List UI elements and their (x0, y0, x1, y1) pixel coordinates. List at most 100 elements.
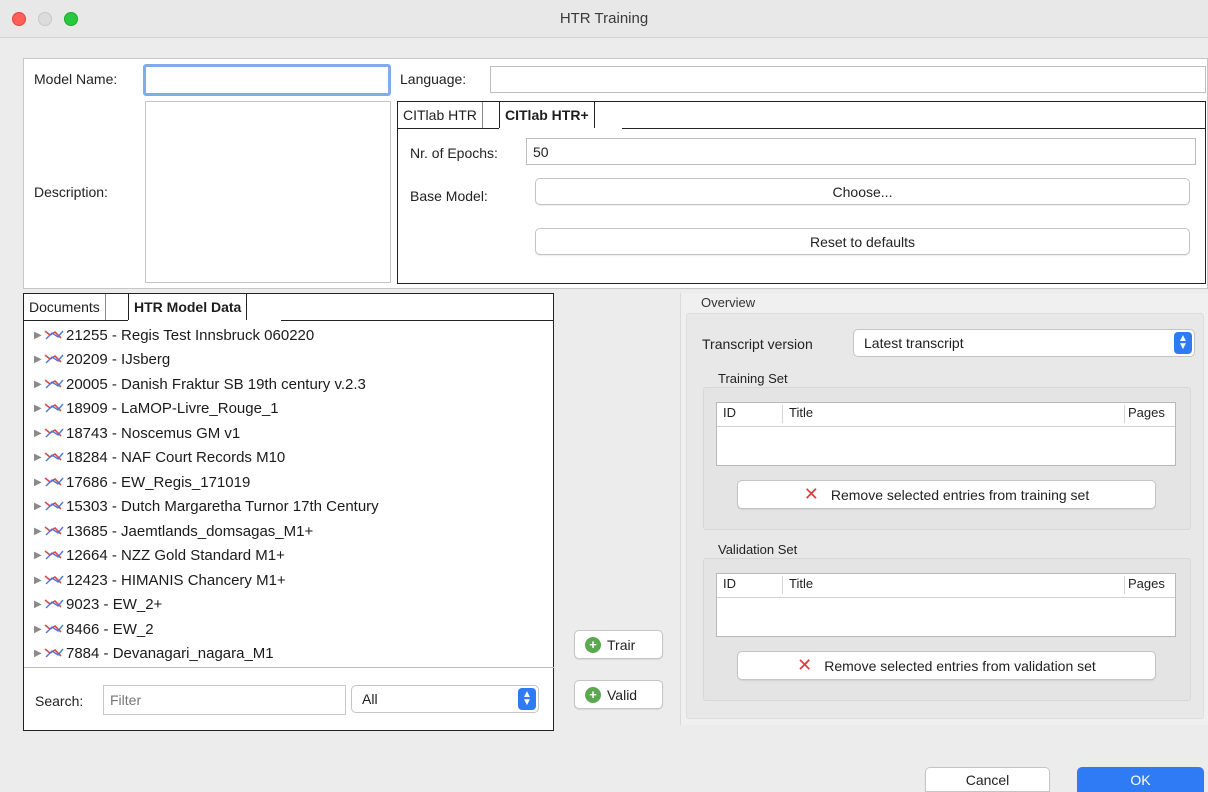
list-item[interactable]: ▶ 17686 - EW_Regis_171019 (24, 471, 250, 493)
column-divider (1124, 576, 1125, 594)
table-header-divider (717, 597, 1175, 598)
remove-icon: ✕ (803, 484, 819, 504)
expand-triangle-icon[interactable]: ▶ (34, 428, 44, 439)
expand-triangle-icon[interactable]: ▶ (34, 648, 44, 659)
column-divider (782, 576, 783, 594)
list-item-label: 18743 - Noscemus GM v1 (66, 424, 241, 442)
list-item-label: 18284 - NAF Court Records M10 (66, 448, 286, 466)
epochs-input[interactable] (526, 138, 1196, 165)
list-item[interactable]: ▶ 21255 - Regis Test Innsbruck 060220 (24, 324, 314, 346)
column-header-title[interactable]: Title (789, 576, 813, 591)
list-item-label: 20005 - Danish Fraktur SB 19th century v… (66, 375, 366, 393)
list-item[interactable]: ▶ 18284 - NAF Court Records M10 (24, 446, 285, 468)
search-label: Search: (35, 693, 84, 709)
expand-triangle-icon[interactable]: ▶ (34, 501, 44, 512)
choose-base-model-button[interactable]: Choose... (535, 178, 1190, 205)
expand-triangle-icon[interactable]: ▶ (34, 452, 44, 463)
expand-triangle-icon[interactable]: ▶ (34, 354, 44, 365)
model-icon (44, 403, 64, 413)
tab-underline (398, 128, 499, 129)
expand-triangle-icon[interactable]: ▶ (34, 403, 44, 414)
transcript-version-value: Latest transcript (864, 335, 964, 351)
list-item[interactable]: ▶ 13685 - Jaemtlands_domsagas_M1+ (24, 520, 313, 542)
transcript-version-select[interactable]: Latest transcript ▲ ▼ (853, 329, 1195, 357)
remove-from-validation-button[interactable]: ✕ Remove selected entries from validation… (737, 651, 1156, 680)
filter-select-value: All (362, 691, 378, 707)
expand-triangle-icon[interactable]: ▶ (34, 575, 44, 586)
model-icon (44, 501, 64, 511)
list-item-label: 7884 - Devanagari_nagara_M1 (66, 644, 274, 662)
add-to-validation-button[interactable]: + Valid (574, 680, 663, 709)
remove-from-training-label: Remove selected entries from training se… (830, 486, 1090, 503)
list-item-label: 20209 - IJsberg (66, 350, 171, 368)
tab-underline (24, 320, 128, 321)
training-set-table[interactable]: ID Title Pages (716, 402, 1176, 466)
expand-triangle-icon[interactable]: ▶ (34, 624, 44, 635)
tab-citlab-htr[interactable]: CITlab HTR (398, 102, 483, 128)
model-icon (44, 550, 64, 560)
model-icon (44, 379, 64, 389)
list-item[interactable]: ▶ 18909 - LaMOP-Livre_Rouge_1 (24, 397, 279, 419)
table-header-divider (717, 426, 1175, 427)
model-name-input[interactable] (143, 64, 391, 96)
remove-from-training-button[interactable]: ✕ Remove selected entries from training s… (737, 480, 1156, 509)
list-item[interactable]: ▶ 20209 - IJsberg (24, 348, 170, 370)
model-icon (44, 648, 64, 658)
search-input[interactable] (103, 685, 346, 715)
tab-citlab-htr-plus[interactable]: CITlab HTR+ (499, 102, 595, 128)
column-header-id[interactable]: ID (723, 405, 736, 420)
reset-defaults-button[interactable]: Reset to defaults (535, 228, 1190, 255)
list-item[interactable]: ▶ 7884 - Devanagari_nagara_M1 (24, 642, 274, 664)
tab-underline (622, 128, 1206, 129)
list-item[interactable]: ▶ 18743 - Noscemus GM v1 (24, 422, 240, 444)
expand-triangle-icon[interactable]: ▶ (34, 330, 44, 341)
model-name-label: Model Name: (34, 71, 118, 87)
list-item-label: 8466 - EW_2 (66, 620, 154, 638)
list-item-label: 13685 - Jaemtlands_domsagas_M1+ (66, 522, 314, 540)
list-item[interactable]: ▶ 12664 - NZZ Gold Standard M1+ (24, 544, 285, 566)
column-header-title[interactable]: Title (789, 405, 813, 420)
language-input[interactable] (490, 66, 1206, 93)
description-label: Description: (34, 184, 108, 200)
add-to-training-label: Trair (607, 636, 636, 653)
column-header-pages[interactable]: Pages (1128, 576, 1165, 591)
overview-title: Overview (701, 295, 756, 310)
list-item-label: 12423 - HIMANIS Chancery M1+ (66, 571, 286, 589)
list-item-label: 9023 - EW_2+ (66, 595, 163, 613)
column-header-id[interactable]: ID (723, 576, 736, 591)
expand-triangle-icon[interactable]: ▶ (34, 379, 44, 390)
column-divider (782, 405, 783, 423)
list-item-label: 12664 - NZZ Gold Standard M1+ (66, 546, 285, 564)
column-header-pages[interactable]: Pages (1128, 405, 1165, 420)
list-item[interactable]: ▶ 20005 - Danish Fraktur SB 19th century … (24, 373, 366, 395)
window-titlebar: HTR Training (0, 0, 1208, 38)
expand-triangle-icon[interactable]: ▶ (34, 550, 44, 561)
ok-button[interactable]: OK (1077, 767, 1204, 792)
list-item[interactable]: ▶ 9023 - EW_2+ (24, 593, 162, 615)
model-icon (44, 354, 64, 364)
list-item[interactable]: ▶ 12423 - HIMANIS Chancery M1+ (24, 569, 286, 591)
list-item-label: 21255 - Regis Test Innsbruck 060220 (66, 326, 315, 344)
list-item[interactable]: ▶ 15303 - Dutch Margaretha Turnor 17th Ce… (24, 495, 379, 517)
description-textarea[interactable] (145, 101, 391, 283)
cancel-button[interactable]: Cancel (925, 767, 1050, 792)
remove-from-validation-label: Remove selected entries from validation … (824, 657, 1096, 674)
expand-triangle-icon[interactable]: ▶ (34, 526, 44, 537)
expand-triangle-icon[interactable]: ▶ (34, 477, 44, 488)
training-set-title: Training Set (718, 371, 788, 386)
list-item[interactable]: ▶ 8466 - EW_2 (24, 618, 154, 640)
engine-tabs: CITlab HTR CITlab HTR+ Nr. of Epochs: Ba… (397, 101, 1206, 284)
model-icon (44, 452, 64, 462)
add-to-training-button[interactable]: + Trair (574, 630, 663, 659)
expand-triangle-icon[interactable]: ▶ (34, 599, 44, 610)
model-tree-list[interactable]: ▶ 21255 - Regis Test Innsbruck 060220 ▶ 20… (24, 322, 554, 668)
filter-select[interactable]: All ▲ ▼ (351, 685, 539, 713)
model-icon (44, 330, 64, 340)
tab-htr-model-data[interactable]: HTR Model Data (128, 294, 248, 320)
window-title: HTR Training (559, 10, 649, 27)
base-model-label: Base Model: (410, 188, 488, 204)
model-icon (44, 624, 64, 634)
validation-set-table[interactable]: ID Title Pages (716, 573, 1176, 637)
tab-documents[interactable]: Documents (24, 294, 106, 320)
model-icon (44, 428, 64, 438)
